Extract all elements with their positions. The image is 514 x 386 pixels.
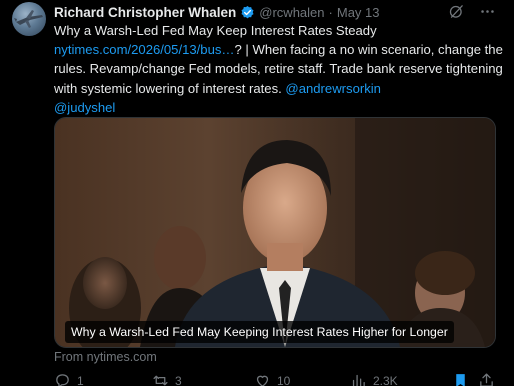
views-button[interactable]: 2.3K — [350, 372, 398, 386]
like-button[interactable]: 10 — [254, 372, 290, 386]
timestamp[interactable]: May 13 — [337, 5, 380, 20]
separator-dot: · — [328, 4, 333, 20]
card-source[interactable]: From nytimes.com — [54, 350, 157, 364]
bookmark-button[interactable] — [452, 372, 469, 386]
like-icon — [256, 375, 269, 386]
reply-count: 1 — [77, 373, 84, 386]
tweet-link[interactable]: nytimes.com/2026/05/13/bus… — [54, 42, 235, 57]
like-count: 10 — [277, 373, 291, 386]
mention-judyshel[interactable]: @judyshel — [54, 100, 115, 115]
card-caption: Why a Warsh-Led Fed May Keeping Interest… — [65, 321, 454, 343]
link-card[interactable]: Why a Warsh-Led Fed May Keeping Interest… — [54, 117, 496, 348]
tweet-text: Why a Warsh-Led Fed May Keep Interest Ra… — [54, 21, 506, 117]
reply-icon — [56, 374, 69, 386]
display-name[interactable]: Richard Christopher Whalen — [54, 5, 236, 20]
views-icon — [352, 374, 365, 386]
share-button[interactable] — [478, 372, 495, 386]
retweet-count: 3 — [175, 373, 182, 386]
share-icon — [480, 373, 493, 386]
handle[interactable]: @rcwhalen — [259, 5, 324, 20]
reply-button[interactable]: 1 — [54, 372, 84, 386]
tweet-header: Richard Christopher Whalen @rcwhalen · M… — [54, 2, 380, 22]
more-icon[interactable] — [479, 3, 496, 20]
bookmark-icon — [456, 374, 465, 386]
tweet[interactable]: Richard Christopher Whalen @rcwhalen · M… — [0, 0, 514, 386]
mention-andrewrsorkin[interactable]: @andrewrsorkin — [285, 81, 381, 96]
verified-badge-icon — [240, 5, 255, 20]
retweet-button[interactable]: 3 — [152, 372, 182, 386]
avatar[interactable] — [12, 2, 46, 36]
retweet-icon — [153, 375, 168, 386]
action-bar: 1 3 10 2.3K — [54, 372, 506, 386]
grok-icon[interactable] — [448, 3, 465, 20]
top-actions — [448, 3, 496, 20]
card-image — [55, 118, 495, 347]
tweet-headline: Why a Warsh-Led Fed May Keep Interest Ra… — [54, 23, 377, 38]
views-count: 2.3K — [373, 373, 398, 386]
